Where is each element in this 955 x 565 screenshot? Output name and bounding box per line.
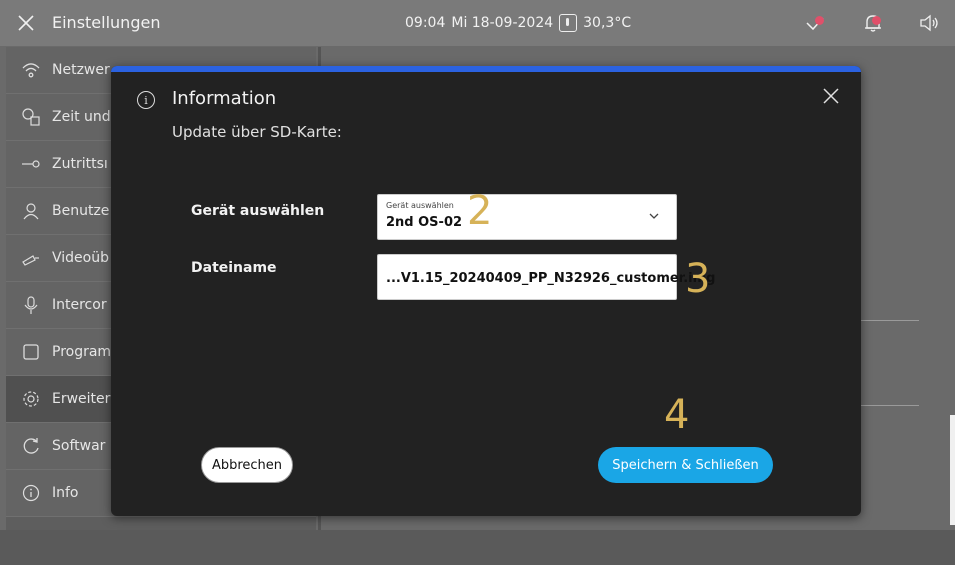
gear-icon xyxy=(20,388,42,410)
save-and-close-button[interactable]: Speichern & Schließen xyxy=(598,447,773,483)
sidebar-item-label: Benutze xyxy=(52,203,110,219)
scrollbar[interactable] xyxy=(950,415,955,525)
filename-value: ...V1.15_20240409_PP_N32926_customer.img xyxy=(386,271,716,286)
filename-label: Dateiname xyxy=(191,260,277,276)
thermometer-icon xyxy=(559,14,578,32)
square-icon xyxy=(20,341,42,363)
bottom-bar xyxy=(0,530,955,565)
sidebar-item-label: Info xyxy=(52,485,79,501)
sidebar-item-label: Softwar xyxy=(52,438,106,454)
close-icon[interactable] xyxy=(13,10,39,36)
annotation-2: 2 xyxy=(467,188,493,234)
user-icon xyxy=(20,200,42,222)
clock-icon xyxy=(20,106,42,128)
page-title: Einstellungen xyxy=(52,13,161,32)
video-icon xyxy=(20,247,42,269)
info-icon xyxy=(20,482,42,504)
cancel-button[interactable]: Abbrechen xyxy=(201,447,293,483)
annotation-3: 3 xyxy=(685,256,711,302)
dialog-accent-bar xyxy=(111,66,861,72)
key-icon xyxy=(20,153,42,175)
device-label: Gerät auswählen xyxy=(191,203,325,219)
refresh-icon xyxy=(20,435,42,457)
sidebar-item-label: Zutrittsı xyxy=(52,156,108,172)
dialog-subtitle: Update über SD-Karte: xyxy=(172,123,342,141)
device-select-label: Gerät auswählen xyxy=(386,201,454,210)
sidebar-item-label: Netzwer xyxy=(52,62,110,78)
microphone-icon xyxy=(20,294,42,316)
device-select-value: 2nd OS-02 xyxy=(386,215,463,230)
dialog-title: Information xyxy=(172,88,277,109)
device-select[interactable]: Gerät auswählen 2nd OS-02 xyxy=(377,194,677,240)
close-icon[interactable] xyxy=(821,86,841,106)
chevron-down-icon xyxy=(649,213,659,219)
sidebar-item-label: Zeit und xyxy=(52,109,111,125)
sidebar-item-label: Videoüb xyxy=(52,250,109,266)
notification-dot xyxy=(815,16,824,25)
time-display: 09:04 xyxy=(405,15,446,31)
temperature-display: 30,3°C xyxy=(583,15,632,31)
sidebar-item-label: Erweiter xyxy=(52,391,111,407)
update-dialog: i Information Update über SD-Karte: Gerä… xyxy=(111,66,861,516)
annotation-4: 4 xyxy=(664,392,690,438)
filename-field[interactable]: ...V1.15_20240409_PP_N32926_customer.img xyxy=(377,254,716,300)
status-info: 09:04 Mi 18-09-2024 30,3°C xyxy=(405,14,631,32)
wifi-icon xyxy=(20,59,42,81)
info-icon: i xyxy=(137,91,155,109)
sidebar-item-label: Intercor xyxy=(52,297,107,313)
date-display: Mi 18-09-2024 xyxy=(451,15,554,31)
top-bar: Einstellungen 09:04 Mi 18-09-2024 30,3°C xyxy=(0,0,955,46)
sidebar-item-label: Program xyxy=(52,344,112,360)
speaker-icon[interactable] xyxy=(918,12,940,34)
notification-dot xyxy=(872,16,881,25)
